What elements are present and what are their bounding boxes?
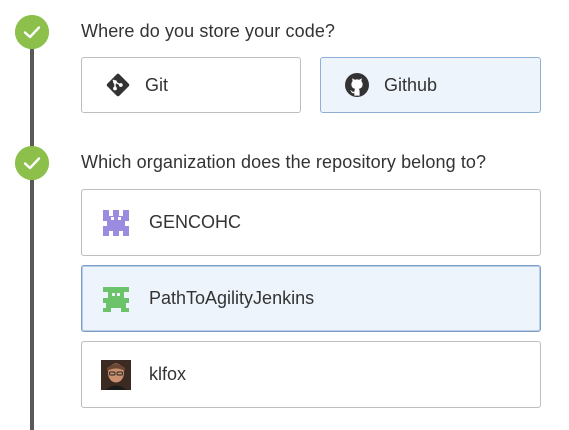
org-option-pathtoagilityjenkins[interactable]: PathToAgilityJenkins xyxy=(81,265,541,332)
scm-option-github[interactable]: Github xyxy=(320,57,541,113)
git-icon xyxy=(105,72,131,98)
step-1-question: Where do you store your code? xyxy=(81,21,336,41)
step-1-check-icon xyxy=(15,15,49,49)
green-pixel-avatar xyxy=(101,284,131,314)
scm-option-git[interactable]: Git xyxy=(81,57,301,113)
org-option-gencohc[interactable]: GENCOHC xyxy=(81,189,541,256)
org-option-pathtoagilityjenkins-label: PathToAgilityJenkins xyxy=(149,288,315,308)
step-2-check-icon xyxy=(15,146,49,180)
scm-option-git-label: Git xyxy=(145,74,169,95)
timeline-line xyxy=(30,44,34,430)
create-pipeline-page: Where do you store your code? Git Github xyxy=(0,0,569,430)
user-photo-avatar xyxy=(101,359,131,390)
github-icon xyxy=(344,72,370,98)
step-2-question: Which organization does the repository b… xyxy=(81,152,487,172)
org-option-klfox-label: klfox xyxy=(149,364,187,384)
org-option-klfox[interactable]: klfox xyxy=(81,341,541,408)
scm-option-github-label: Github xyxy=(384,74,438,95)
purple-pixel-avatar xyxy=(101,207,131,238)
org-option-gencohc-label: GENCOHC xyxy=(149,212,242,232)
